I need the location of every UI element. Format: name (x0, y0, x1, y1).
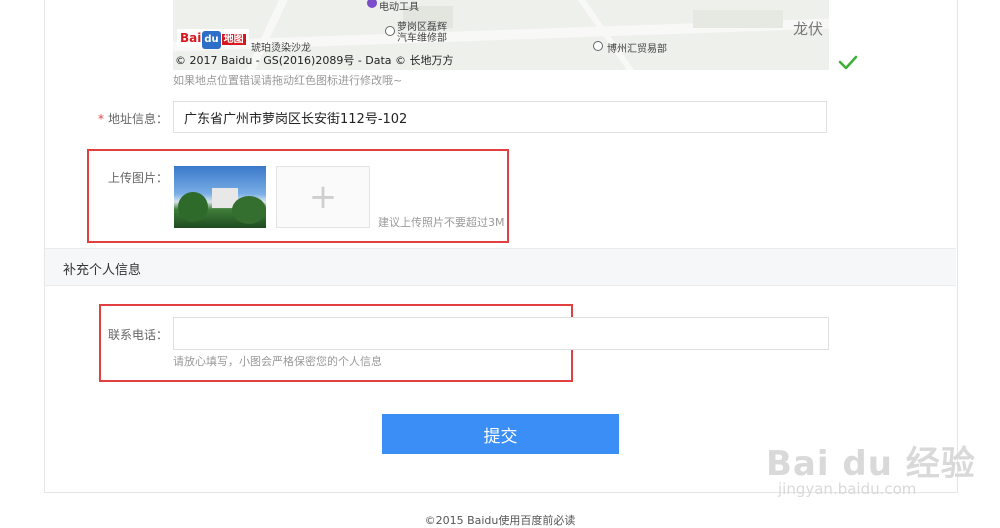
map-poi-label: 博州汇贸易部 (607, 44, 667, 55)
map-copyright: © 2017 Baidu - GS(2016)2089号 - Data © 长地… (175, 54, 454, 67)
logo-ditu: 地图 (221, 34, 246, 45)
map-poi-icon (385, 26, 395, 36)
upload-label: 上传图片： (107, 171, 168, 185)
map-poi-label: 电动工具 (379, 2, 419, 13)
map-hint: 如果地点位置错误请拖动红色图标进行修改哦~ (173, 74, 403, 87)
phone-label: 联系电话： (107, 328, 168, 342)
photo-tree (178, 192, 208, 222)
check-icon (838, 55, 858, 70)
required-mark: * (97, 112, 104, 126)
logo-text: Bai (180, 31, 202, 45)
phone-input[interactable] (173, 317, 829, 350)
submit-button[interactable]: 提交 (382, 414, 619, 454)
map-poi-label: 萝岗区磊辉 汽车维修部 (397, 22, 447, 44)
map-block (693, 10, 783, 28)
photo-tree (232, 196, 266, 224)
section-header: 补充个人信息 (45, 248, 956, 286)
map-poi-icon (367, 0, 377, 8)
address-label: * 地址信息： (96, 110, 168, 127)
section-title: 补充个人信息 (63, 263, 142, 278)
upload-hint: 建议上传照片不要超过3M (378, 216, 505, 229)
address-label-text: 地址信息： (107, 112, 168, 126)
plus-icon: + (308, 177, 338, 217)
add-photo-button[interactable]: + (276, 166, 370, 228)
watermark-url: jingyan.baidu.com (778, 480, 917, 498)
map-place-label: 龙伏 (792, 20, 823, 38)
paw-icon: du (202, 31, 221, 49)
address-input[interactable] (173, 101, 827, 133)
baidu-jingyan-watermark: Bai du 经验 (766, 444, 976, 484)
baidu-map-logo: Bai du 地图 (177, 29, 249, 49)
location-map[interactable]: 电动工具 萝岗区磊辉 汽车维修部 琥珀烫染沙龙 博州汇贸易部 龙伏 Bai du 地… (173, 0, 829, 70)
uploaded-photo-thumbnail[interactable] (174, 166, 266, 228)
map-poi-icon (593, 41, 603, 51)
phone-hint: 请放心填写，小图会严格保密您的个人信息 (173, 355, 382, 368)
